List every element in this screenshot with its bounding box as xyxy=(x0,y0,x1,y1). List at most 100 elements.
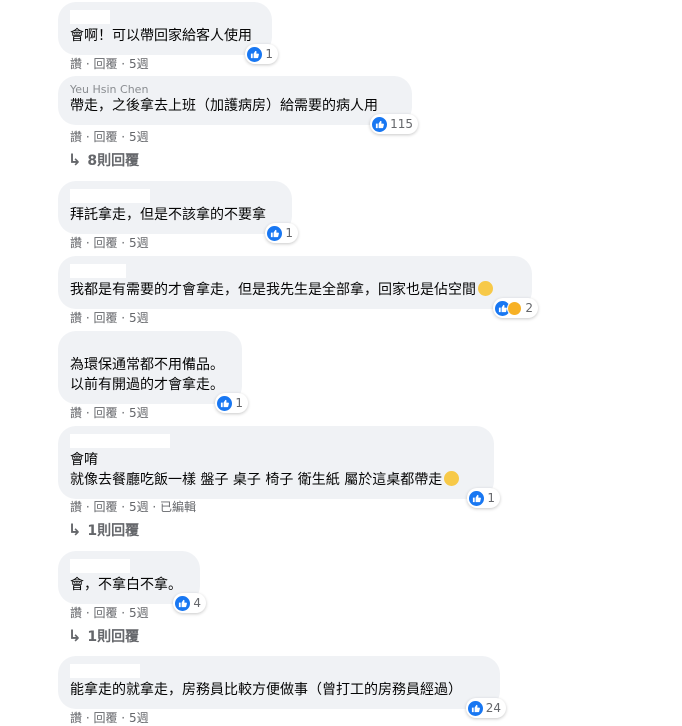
reaction-count: 1 xyxy=(235,396,243,410)
like-action[interactable]: 讚 xyxy=(70,130,82,144)
reaction-count: 4 xyxy=(193,596,201,610)
comment-text-content: 就像去餐廳吃飯一樣 盤子 桌子 椅子 衛生紙 屬於這桌都帶走 xyxy=(70,472,443,488)
comment-5: 為環保通常都不用備品。 以前有開過的才會拿走。 1 xyxy=(58,331,248,413)
comment-1: 會啊！可以帶回家給客人使用 1 xyxy=(58,2,278,64)
comment-actions: 讚 · 回覆 · 5週 xyxy=(70,57,149,71)
timestamp[interactable]: 5週 xyxy=(129,236,149,250)
reply-action[interactable]: 回覆 xyxy=(93,406,117,420)
comment-text-content: 我都是有需要的才會拿走，但是我先生是全部拿，回家也是佔空間 xyxy=(70,282,476,298)
comment-bubble: 會唷 就像去餐廳吃飯一樣 盤子 桌子 椅子 衛生紙 屬於這桌都帶走 1 xyxy=(58,426,500,508)
comment-actions: 讚 · 回覆 · 5週 xyxy=(70,406,149,420)
like-reaction-icon xyxy=(217,395,233,411)
author-name[interactable]: Yeu Hsin Chen xyxy=(70,84,160,94)
reply-action[interactable]: 回覆 xyxy=(93,606,117,620)
like-reaction-icon xyxy=(469,490,485,506)
grimace-emoji-icon xyxy=(478,281,493,296)
like-reaction-icon xyxy=(175,595,191,611)
reply-action[interactable]: 回覆 xyxy=(93,236,117,250)
author-name-redacted[interactable] xyxy=(70,664,140,678)
comment-actions: 讚 · 回覆 · 5週 · 已編輯 xyxy=(70,500,197,514)
reaction-summary[interactable]: 1 xyxy=(215,393,248,413)
comment-text: 帶走，之後拿去上班（加護病房）給需要的病人用 xyxy=(70,98,378,114)
timestamp[interactable]: 5週 xyxy=(129,311,149,325)
timestamp[interactable]: 5週 xyxy=(129,500,149,514)
reply-action[interactable]: 回覆 xyxy=(93,311,117,325)
comment-actions: 讚 · 回覆 · 5週 xyxy=(70,606,149,620)
comment-6: 會唷 就像去餐廳吃飯一樣 盤子 桌子 椅子 衛生紙 屬於這桌都帶走 1 xyxy=(58,426,500,508)
reply-action[interactable]: 回覆 xyxy=(93,57,117,71)
comment-bubble: 為環保通常都不用備品。 以前有開過的才會拿走。 1 xyxy=(58,331,248,413)
view-replies-link[interactable]: ↳ 8則回覆 xyxy=(68,150,139,170)
reply-arrow-icon: ↳ xyxy=(68,626,82,645)
like-action[interactable]: 讚 xyxy=(70,711,82,725)
comment-3: 拜託拿走，但是不該拿的不要拿 1 xyxy=(58,181,298,243)
comment-bubble: 拜託拿走，但是不該拿的不要拿 1 xyxy=(58,181,298,243)
author-name-redacted[interactable] xyxy=(70,189,150,203)
reply-action[interactable]: 回覆 xyxy=(93,711,117,725)
like-reaction-icon xyxy=(267,225,283,241)
comment-4: 我都是有需要的才會拿走，但是我先生是全部拿，回家也是佔空間 2 xyxy=(58,256,538,318)
reaction-count: 1 xyxy=(285,226,293,240)
like-reaction-icon xyxy=(467,700,483,716)
author-name-redacted[interactable] xyxy=(70,339,130,353)
comment-bubble: 我都是有需要的才會拿走，但是我先生是全部拿，回家也是佔空間 2 xyxy=(58,256,538,318)
reply-arrow-icon: ↳ xyxy=(68,520,82,539)
like-action[interactable]: 讚 xyxy=(70,606,82,620)
timestamp[interactable]: 5週 xyxy=(129,57,149,71)
comment-bubble: Yeu Hsin Chen 帶走，之後拿去上班（加護病房）給需要的病人用 115 xyxy=(58,76,418,134)
reaction-summary[interactable]: 1 xyxy=(265,223,298,243)
reaction-summary[interactable]: 24 xyxy=(465,698,506,718)
like-action[interactable]: 讚 xyxy=(70,57,82,71)
author-name-redacted[interactable] xyxy=(70,264,126,278)
comment-2: Yeu Hsin Chen 帶走，之後拿去上班（加護病房）給需要的病人用 115 xyxy=(58,76,418,134)
comment-8: 能拿走的就拿走，房務員比較方便做事（曾打工的房務員經過） 24 xyxy=(58,656,506,718)
comment-actions: 讚 · 回覆 · 5週 xyxy=(70,711,149,725)
reply-action[interactable]: 回覆 xyxy=(93,130,117,144)
comment-bubble: 會，不拿白不拿。 4 xyxy=(58,551,206,613)
view-replies-link[interactable]: ↳ 1則回覆 xyxy=(68,626,139,646)
timestamp[interactable]: 5週 xyxy=(129,606,149,620)
reaction-count: 1 xyxy=(265,47,273,61)
comment-text: 會，不拿白不拿。 xyxy=(70,577,182,593)
timestamp[interactable]: 5週 xyxy=(129,130,149,144)
comment-text-line-1: 為環保通常都不用備品。 xyxy=(70,357,224,373)
author-name-redacted[interactable] xyxy=(70,559,130,573)
like-action[interactable]: 讚 xyxy=(70,236,82,250)
reaction-summary[interactable]: 4 xyxy=(173,593,206,613)
reaction-summary[interactable]: 115 xyxy=(370,114,418,134)
comment-text-line-2: 以前有開過的才會拿走。 xyxy=(70,377,224,393)
reaction-summary[interactable]: 1 xyxy=(467,488,500,508)
comment-7: 會，不拿白不拿。 4 xyxy=(58,551,206,613)
comment-text: 能拿走的就拿走，房務員比較方便做事（曾打工的房務員經過） xyxy=(70,682,462,698)
edited-label[interactable]: 已編輯 xyxy=(160,500,196,514)
like-action[interactable]: 讚 xyxy=(70,500,82,514)
reply-action[interactable]: 回覆 xyxy=(93,500,117,514)
comment-text-line-1: 會唷 xyxy=(70,452,98,468)
author-name-redacted[interactable] xyxy=(70,434,170,448)
replies-count-label: 1則回覆 xyxy=(87,523,140,539)
like-reaction-icon xyxy=(372,116,388,132)
reaction-count: 24 xyxy=(485,701,501,715)
comment-text: 拜託拿走，但是不該拿的不要拿 xyxy=(70,207,266,223)
comment-bubble: 會啊！可以帶回家給客人使用 1 xyxy=(58,2,278,64)
comment-bubble: 能拿走的就拿走，房務員比較方便做事（曾打工的房務員經過） 24 xyxy=(58,656,506,718)
timestamp[interactable]: 5週 xyxy=(129,711,149,725)
author-name-redacted[interactable] xyxy=(70,10,110,24)
reaction-summary[interactable]: 1 xyxy=(245,44,278,64)
comment-text: 會啊！可以帶回家給客人使用 xyxy=(70,28,252,44)
timestamp[interactable]: 5週 xyxy=(129,406,149,420)
reaction-count: 1 xyxy=(487,491,495,505)
like-reaction-icon xyxy=(247,46,263,62)
replies-count-label: 1則回覆 xyxy=(87,629,140,645)
comment-text-line-2: 就像去餐廳吃飯一樣 盤子 桌子 椅子 衛生紙 屬於這桌都帶走 xyxy=(70,470,482,490)
comment-actions: 讚 · 回覆 · 5週 xyxy=(70,311,149,325)
like-action[interactable]: 讚 xyxy=(70,311,82,325)
reaction-count: 115 xyxy=(390,117,413,131)
reaction-count: 2 xyxy=(525,301,533,315)
comment-actions: 讚 · 回覆 · 5週 xyxy=(70,236,149,250)
view-replies-link[interactable]: ↳ 1則回覆 xyxy=(68,520,139,540)
like-action[interactable]: 讚 xyxy=(70,406,82,420)
comment-actions: 讚 · 回覆 · 5週 xyxy=(70,130,149,144)
reaction-summary[interactable]: 2 xyxy=(493,298,538,318)
haha-reaction-icon xyxy=(507,300,523,316)
